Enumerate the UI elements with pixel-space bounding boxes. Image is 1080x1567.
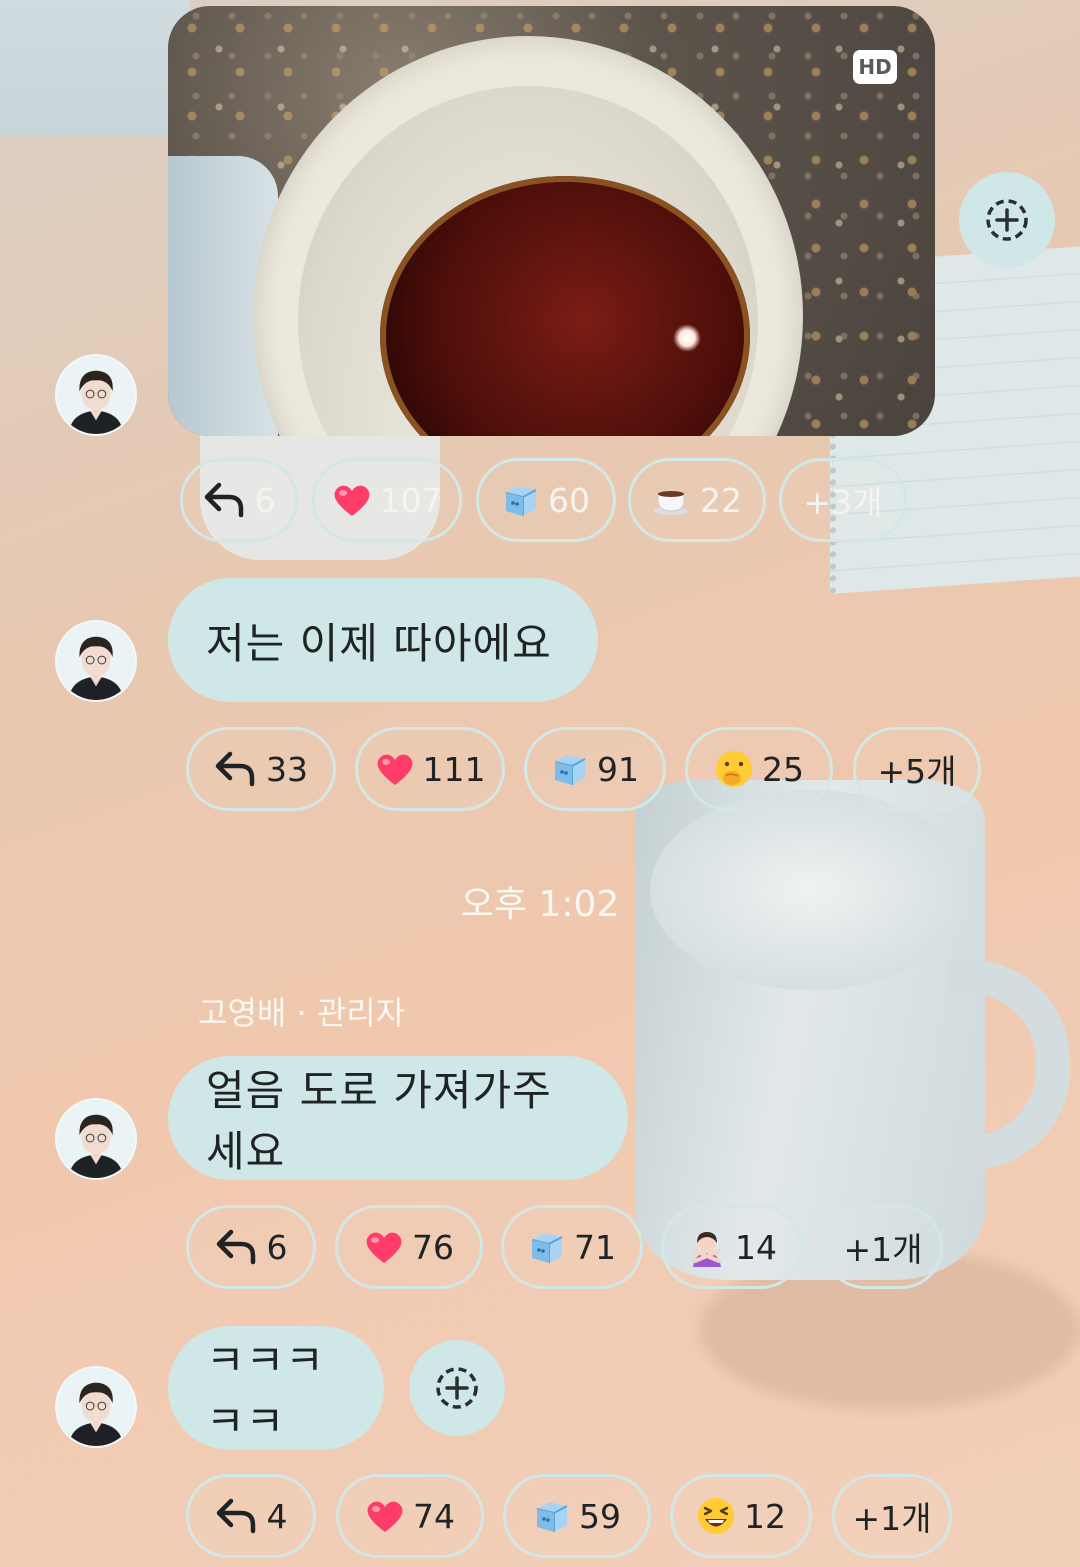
message-bubble[interactable]: 얼음 도로 가져가주세요 xyxy=(168,1056,628,1180)
more-reactions-chip[interactable]: +5개 xyxy=(853,727,981,811)
coffee-icon xyxy=(652,483,692,517)
message-text: 얼음 도로 가져가주세요 xyxy=(206,1066,552,1176)
reply-chip[interactable]: 4 xyxy=(186,1474,316,1558)
hd-badge: HD xyxy=(853,50,897,84)
ice-cube-icon xyxy=(502,481,540,519)
heart-count: 111 xyxy=(422,749,486,789)
ice-reaction-chip[interactable]: 59 xyxy=(503,1474,651,1558)
ice-cube-icon xyxy=(528,1228,566,1266)
laughing-face-icon xyxy=(696,1496,736,1536)
more-reactions-label: +1개 xyxy=(843,1230,923,1269)
heart-icon xyxy=(375,751,415,787)
shushing-reaction-chip[interactable]: 25 xyxy=(685,727,833,811)
more-reactions-label: +5개 xyxy=(877,752,957,791)
ice-count: 60 xyxy=(548,480,590,520)
reply-icon xyxy=(214,750,258,788)
sender-name: 고영배 · 관리자 xyxy=(198,994,406,1032)
avatar-image xyxy=(57,1368,135,1446)
reply-count: 33 xyxy=(266,749,308,789)
coffee-count: 22 xyxy=(700,480,742,520)
heart-icon xyxy=(365,1498,405,1534)
gesture-count: 14 xyxy=(735,1227,777,1267)
message-bubble[interactable]: 저는 이제 따아에요 xyxy=(168,578,598,702)
chat-photo[interactable]: HD xyxy=(168,6,935,436)
timestamp: 오후 1:02 xyxy=(460,884,620,925)
message-text: ㅋㅋㅋㅋㅋ xyxy=(206,1336,325,1446)
laughing-reaction-chip[interactable]: 12 xyxy=(670,1474,812,1558)
ice-cube-icon xyxy=(551,750,589,788)
add-reaction-icon xyxy=(436,1367,478,1409)
shushing-count: 25 xyxy=(762,749,804,789)
background-mug-handle xyxy=(950,960,1070,1170)
ice-count: 71 xyxy=(574,1227,616,1267)
ice-cube-icon xyxy=(533,1497,571,1535)
gesture-reaction-chip[interactable]: 14 xyxy=(661,1205,803,1289)
background-notebook xyxy=(0,0,190,135)
reply-chip[interactable]: 6 xyxy=(186,1205,316,1289)
heart-count: 74 xyxy=(413,1496,455,1536)
laughing-count: 12 xyxy=(744,1496,786,1536)
avatar[interactable] xyxy=(55,620,137,702)
more-reactions-chip[interactable]: +1개 xyxy=(823,1205,943,1289)
more-reactions-chip[interactable]: +3개 xyxy=(779,458,907,542)
add-reaction-button[interactable] xyxy=(959,172,1055,268)
ice-reaction-chip[interactable]: 60 xyxy=(476,458,616,542)
ice-reaction-chip[interactable]: 71 xyxy=(501,1205,643,1289)
add-reaction-button[interactable] xyxy=(409,1340,505,1436)
ice-count: 91 xyxy=(597,749,639,789)
avatar[interactable] xyxy=(55,1366,137,1448)
avatar[interactable] xyxy=(55,354,137,436)
reply-count: 6 xyxy=(254,480,276,520)
ice-count: 59 xyxy=(579,1496,621,1536)
avatar-image xyxy=(57,1100,135,1178)
reply-chip[interactable]: 33 xyxy=(186,727,336,811)
coffee-reaction-chip[interactable]: 22 xyxy=(628,458,766,542)
add-reaction-icon xyxy=(986,199,1028,241)
message-bubble[interactable]: ㅋㅋㅋㅋㅋ xyxy=(168,1326,384,1450)
more-reactions-label: +3개 xyxy=(803,483,883,522)
ice-reaction-chip[interactable]: 91 xyxy=(524,727,666,811)
message-text: 저는 이제 따아에요 xyxy=(206,618,552,668)
reply-count: 6 xyxy=(266,1227,288,1267)
shushing-face-icon xyxy=(714,749,754,789)
heart-count: 107 xyxy=(379,480,443,520)
heart-reaction-chip[interactable]: 107 xyxy=(312,458,462,542)
more-reactions-label: +1개 xyxy=(852,1499,932,1538)
reply-icon xyxy=(215,1497,259,1535)
avatar[interactable] xyxy=(55,1098,137,1180)
heart-reaction-chip[interactable]: 74 xyxy=(336,1474,484,1558)
reply-icon xyxy=(203,481,247,519)
heart-reaction-chip[interactable]: 111 xyxy=(355,727,505,811)
heart-icon xyxy=(332,482,372,518)
heart-count: 76 xyxy=(412,1227,454,1267)
avatar-image xyxy=(57,356,135,434)
heart-reaction-chip[interactable]: 76 xyxy=(335,1205,483,1289)
more-reactions-chip[interactable]: +1개 xyxy=(832,1474,952,1558)
reply-icon xyxy=(215,1228,259,1266)
person-gesturing-no-icon xyxy=(687,1227,727,1267)
reply-chip[interactable]: 6 xyxy=(180,458,298,542)
reply-count: 4 xyxy=(266,1496,288,1536)
avatar-image xyxy=(57,622,135,700)
heart-icon xyxy=(364,1229,404,1265)
